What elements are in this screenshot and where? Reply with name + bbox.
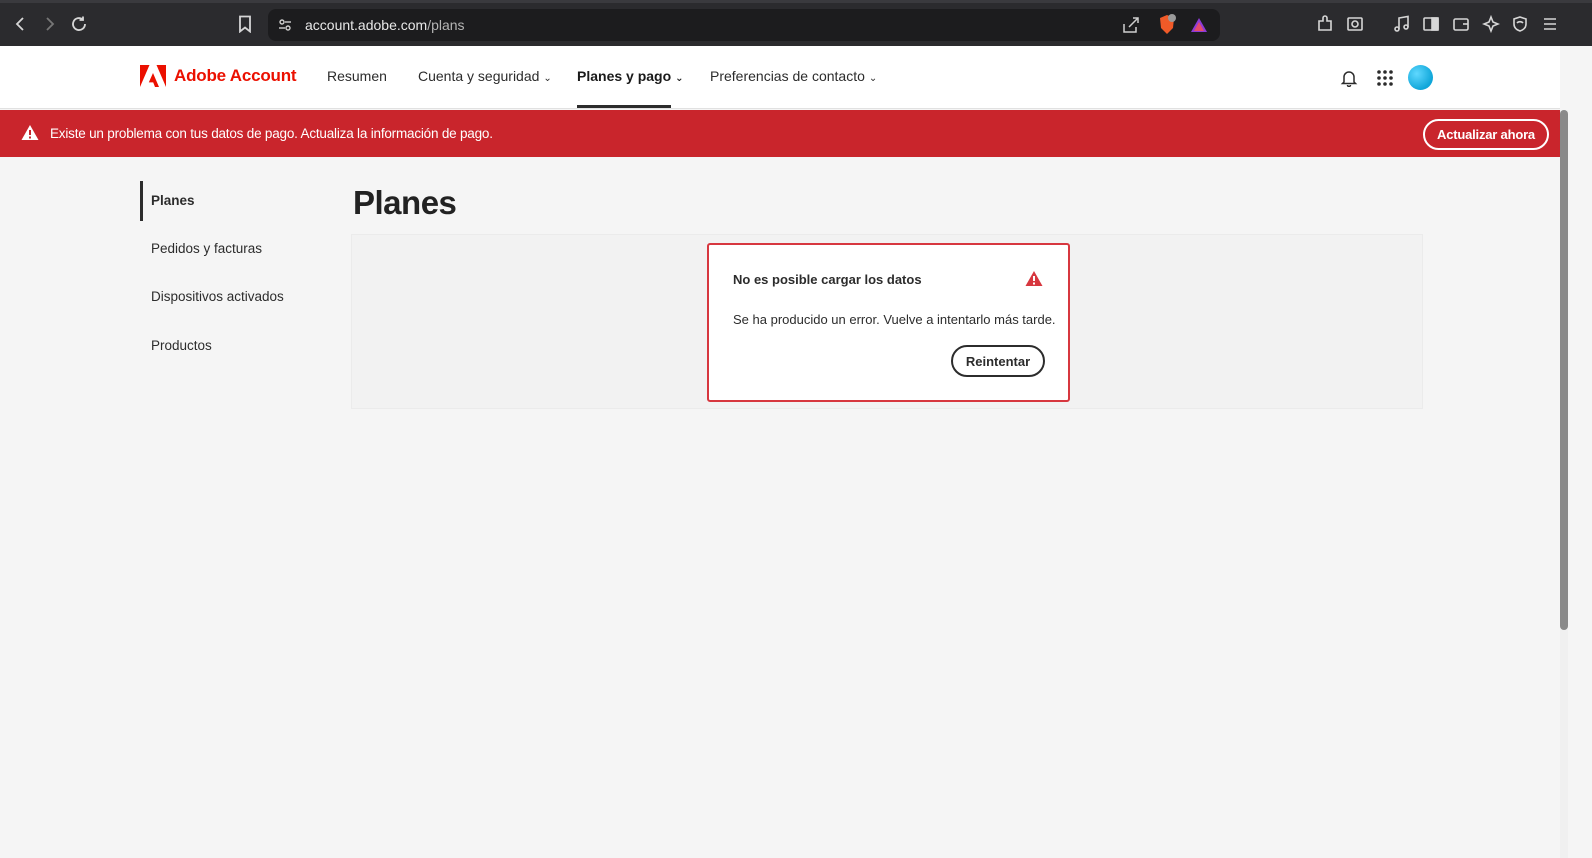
sidebar-toggle-icon[interactable] bbox=[1420, 13, 1442, 35]
forward-icon[interactable] bbox=[36, 11, 62, 37]
chevron-down-icon: ⌄ bbox=[675, 73, 684, 84]
menu-icon[interactable] bbox=[1539, 13, 1561, 35]
payment-alert-banner: Existe un problema con tus datos de pago… bbox=[0, 110, 1560, 157]
brave-rewards-icon[interactable] bbox=[1190, 17, 1208, 38]
apps-grid-icon[interactable] bbox=[1373, 66, 1397, 90]
error-card: No es posible cargar los datos Se ha pro… bbox=[707, 243, 1070, 402]
site-settings-icon[interactable] bbox=[277, 17, 293, 38]
sidebar-item-productos[interactable]: Productos bbox=[140, 326, 330, 366]
adobe-logo-icon bbox=[140, 65, 166, 87]
sidebar-item-dispositivos-activados[interactable]: Dispositivos activados bbox=[140, 277, 330, 317]
page-title: Planes bbox=[353, 184, 457, 221]
nav-resumen[interactable]: Resumen bbox=[327, 68, 387, 84]
vpn-icon[interactable] bbox=[1509, 13, 1531, 35]
retry-button[interactable]: Reintentar bbox=[951, 345, 1045, 377]
site-header: Adobe Account Resumen Cuenta y seguridad… bbox=[0, 46, 1560, 109]
extensions-icon[interactable] bbox=[1314, 13, 1336, 35]
sidebar-item-pedidos-facturas[interactable]: Pedidos y facturas bbox=[140, 229, 330, 269]
error-title: No es posible cargar los datos bbox=[733, 272, 922, 287]
chevron-down-icon: ⌄ bbox=[543, 73, 552, 84]
alert-triangle-icon bbox=[1025, 270, 1043, 292]
scrollbar-thumb[interactable] bbox=[1560, 110, 1568, 630]
brave-shield-icon[interactable] bbox=[1157, 14, 1177, 41]
sidebar-item-planes[interactable]: Planes bbox=[140, 181, 330, 221]
update-now-button[interactable]: Actualizar ahora bbox=[1423, 119, 1549, 150]
active-nav-indicator bbox=[577, 105, 671, 108]
address-bar[interactable]: account.adobe.com/plans bbox=[268, 9, 1220, 41]
media-icon[interactable] bbox=[1391, 13, 1413, 35]
screenshot-icon[interactable] bbox=[1344, 13, 1366, 35]
url-text: account.adobe.com/plans bbox=[305, 17, 465, 33]
notifications-bell-icon[interactable] bbox=[1337, 66, 1361, 90]
avatar[interactable] bbox=[1408, 65, 1433, 90]
wallet-icon[interactable] bbox=[1450, 13, 1472, 35]
warning-icon bbox=[21, 124, 39, 146]
window-edge bbox=[1568, 46, 1592, 858]
chevron-down-icon: ⌄ bbox=[868, 73, 878, 84]
adobe-logo[interactable]: Adobe Account bbox=[140, 65, 297, 87]
nav-preferencias-contacto[interactable]: Preferencias de contacto ⌄ bbox=[710, 68, 877, 84]
bookmark-icon[interactable] bbox=[232, 11, 258, 37]
reload-icon[interactable] bbox=[66, 11, 92, 37]
share-icon[interactable] bbox=[1122, 16, 1140, 39]
alert-message: Existe un problema con tus datos de pago… bbox=[50, 126, 493, 141]
nav-cuenta-seguridad[interactable]: Cuenta y seguridad ⌄ bbox=[418, 68, 552, 84]
leo-ai-icon[interactable] bbox=[1480, 13, 1502, 35]
browser-toolbar: account.adobe.com/plans bbox=[0, 0, 1592, 46]
nav-planes-pago[interactable]: Planes y pago ⌄ bbox=[577, 68, 684, 84]
back-icon[interactable] bbox=[8, 11, 34, 37]
error-message: Se ha producido un error. Vuelve a inten… bbox=[733, 312, 1056, 327]
logo-text: Adobe Account bbox=[174, 66, 297, 85]
